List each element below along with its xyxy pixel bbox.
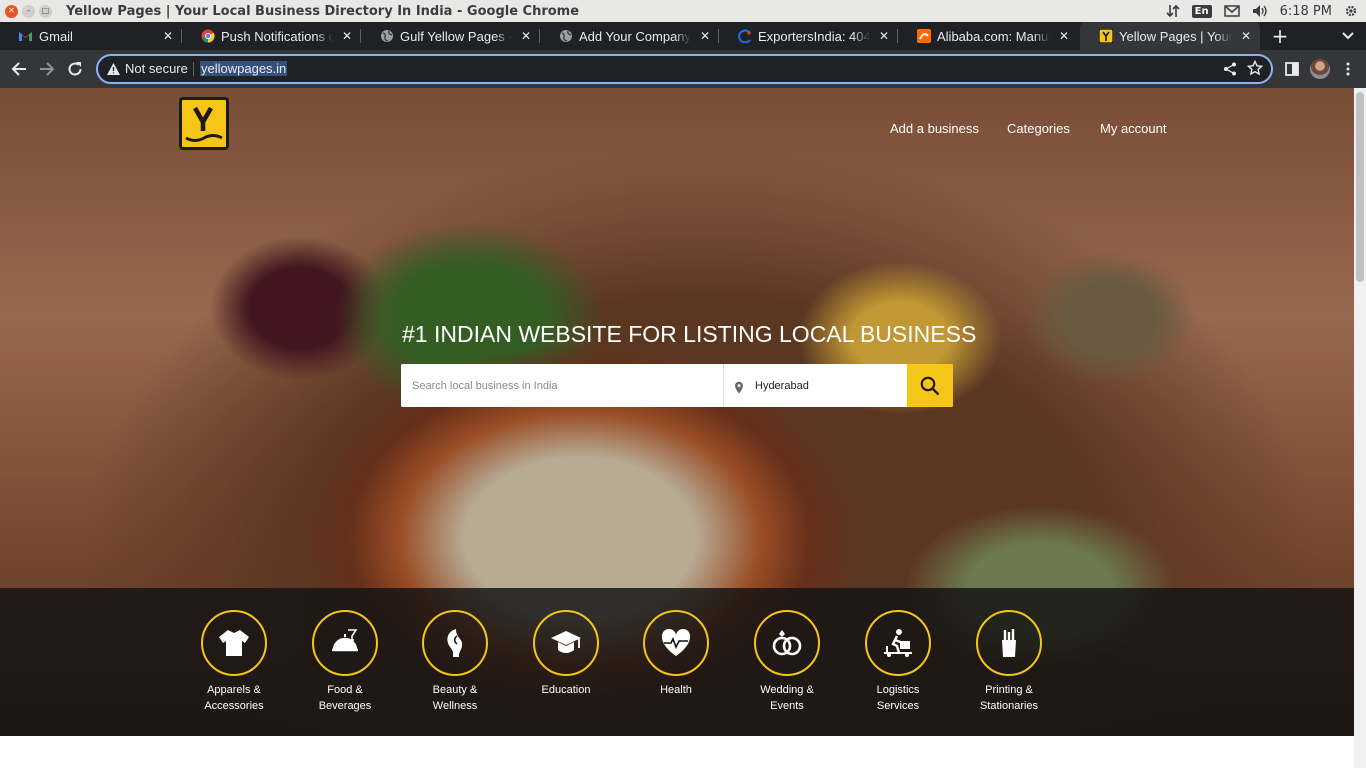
tab-close-icon[interactable]: ✕ bbox=[1238, 29, 1254, 43]
category-beauty-wellness[interactable]: Beauty & Wellness bbox=[400, 610, 510, 714]
system-tray: En 6:18 PM bbox=[1166, 0, 1358, 22]
tab-yellow-pages-active[interactable]: Yellow Pages | Your L ✕ bbox=[1080, 22, 1260, 50]
security-status-label[interactable]: Not secure bbox=[125, 61, 188, 76]
category-wedding-events[interactable]: Wedding & Events bbox=[732, 610, 842, 714]
mail-icon[interactable] bbox=[1223, 5, 1240, 17]
category-band: Apparels & Accessories Food & Beverages … bbox=[0, 588, 1354, 736]
tab-alibaba[interactable]: Alibaba.com: Manuf ✕ bbox=[898, 22, 1078, 50]
keyboard-language-indicator[interactable]: En bbox=[1191, 4, 1212, 18]
tab-search-chevron-down-icon[interactable] bbox=[1338, 22, 1358, 50]
bookmark-star-icon[interactable] bbox=[1246, 59, 1264, 80]
window-minimize-button[interactable]: – bbox=[22, 4, 35, 18]
hero-headline: #1 INDIAN WEBSITE FOR LISTING LOCAL BUSI… bbox=[402, 321, 977, 347]
globe-icon bbox=[558, 29, 573, 44]
yellowpages-icon bbox=[1098, 29, 1113, 44]
search-form bbox=[401, 364, 953, 407]
warning-triangle-icon[interactable] bbox=[106, 61, 121, 80]
url-text[interactable]: yellowpages.in bbox=[200, 61, 288, 76]
wedding-icon bbox=[770, 626, 804, 660]
nav-my-account[interactable]: My account bbox=[1100, 121, 1166, 136]
category-food-beverages[interactable]: Food & Beverages bbox=[290, 610, 400, 714]
tab-gmail[interactable]: Gmail ✕ bbox=[0, 22, 182, 50]
tab-close-icon[interactable]: ✕ bbox=[876, 29, 892, 43]
new-tab-plus-icon[interactable]: + bbox=[1270, 22, 1290, 50]
nav-categories[interactable]: Categories bbox=[1007, 121, 1070, 136]
location-input[interactable] bbox=[751, 364, 906, 407]
search-icon bbox=[920, 376, 940, 396]
share-icon[interactable] bbox=[1223, 61, 1237, 80]
window-title: Yellow Pages | Your Local Business Direc… bbox=[66, 3, 580, 19]
globe-icon bbox=[379, 29, 394, 44]
window-maximize-button[interactable]: □ bbox=[39, 4, 52, 18]
tab-add-your-company[interactable]: Add Your Company f ✕ bbox=[540, 22, 719, 50]
more-menu-icon[interactable] bbox=[1338, 59, 1358, 79]
tab-close-icon[interactable]: ✕ bbox=[339, 29, 355, 43]
tab-close-icon[interactable]: ✕ bbox=[697, 29, 713, 43]
yellow-pages-logo[interactable] bbox=[179, 97, 229, 150]
tab-close-icon[interactable]: ✕ bbox=[518, 29, 534, 43]
tab-exportersindia[interactable]: ExportersIndia: 404 ✕ bbox=[719, 22, 898, 50]
scrollbar-thumb[interactable] bbox=[1356, 92, 1364, 282]
category-apparels-accessories[interactable]: Apparels & Accessories bbox=[179, 610, 289, 714]
clock[interactable]: 6:18 PM bbox=[1280, 4, 1332, 19]
apparel-icon bbox=[217, 626, 251, 660]
reload-icon[interactable] bbox=[65, 59, 85, 79]
food-icon bbox=[328, 626, 362, 660]
gmail-icon bbox=[18, 29, 33, 44]
category-health[interactable]: Health bbox=[621, 610, 731, 698]
printing-icon bbox=[992, 626, 1026, 660]
location-pin-icon bbox=[734, 379, 744, 398]
beauty-icon bbox=[438, 626, 472, 660]
address-bar[interactable]: Not secure yellowpages.in bbox=[96, 54, 1273, 84]
web-page: Add a business Categories My account #1 … bbox=[0, 88, 1354, 768]
search-button[interactable] bbox=[907, 364, 953, 407]
window-close-button[interactable]: ✕ bbox=[5, 4, 18, 18]
category-printing-stationaries[interactable]: Printing & Stationaries bbox=[954, 610, 1064, 714]
tab-close-icon[interactable]: ✕ bbox=[160, 29, 176, 43]
health-icon bbox=[659, 626, 693, 660]
alibaba-icon bbox=[916, 29, 931, 44]
tab-push-notifications[interactable]: Push Notifications o ✕ bbox=[182, 22, 361, 50]
chrome-icon bbox=[200, 29, 215, 44]
profile-avatar[interactable] bbox=[1310, 59, 1330, 79]
nav-add-a-business[interactable]: Add a business bbox=[890, 121, 979, 136]
side-panel-icon[interactable] bbox=[1282, 59, 1302, 79]
page-scrollbar[interactable] bbox=[1354, 88, 1366, 768]
tab-close-icon[interactable]: ✕ bbox=[1056, 29, 1072, 43]
os-title-bar: ✕ – □ Yellow Pages | Your Local Business… bbox=[0, 0, 1366, 22]
hero-food-background: Add a business Categories My account #1 … bbox=[0, 88, 1354, 736]
settings-gear-icon[interactable] bbox=[1344, 4, 1358, 18]
network-transfer-icon[interactable] bbox=[1166, 4, 1180, 18]
forward-arrow-icon[interactable] bbox=[37, 59, 57, 79]
volume-icon[interactable] bbox=[1252, 4, 1268, 18]
education-icon bbox=[549, 626, 583, 660]
browser-tab-strip: Gmail ✕ Push Notifications o ✕ Gulf Yell… bbox=[0, 22, 1366, 50]
logistics-icon bbox=[881, 626, 915, 660]
exportersindia-icon bbox=[737, 29, 752, 44]
tab-gulf-yellow-pages[interactable]: Gulf Yellow Pages - C ✕ bbox=[361, 22, 540, 50]
category-logistics-services[interactable]: Logistics Services bbox=[843, 610, 953, 714]
business-search-input[interactable] bbox=[401, 364, 723, 407]
back-arrow-icon[interactable] bbox=[9, 59, 29, 79]
category-education[interactable]: Education bbox=[511, 610, 621, 698]
browser-toolbar: Not secure yellowpages.in bbox=[0, 50, 1366, 88]
